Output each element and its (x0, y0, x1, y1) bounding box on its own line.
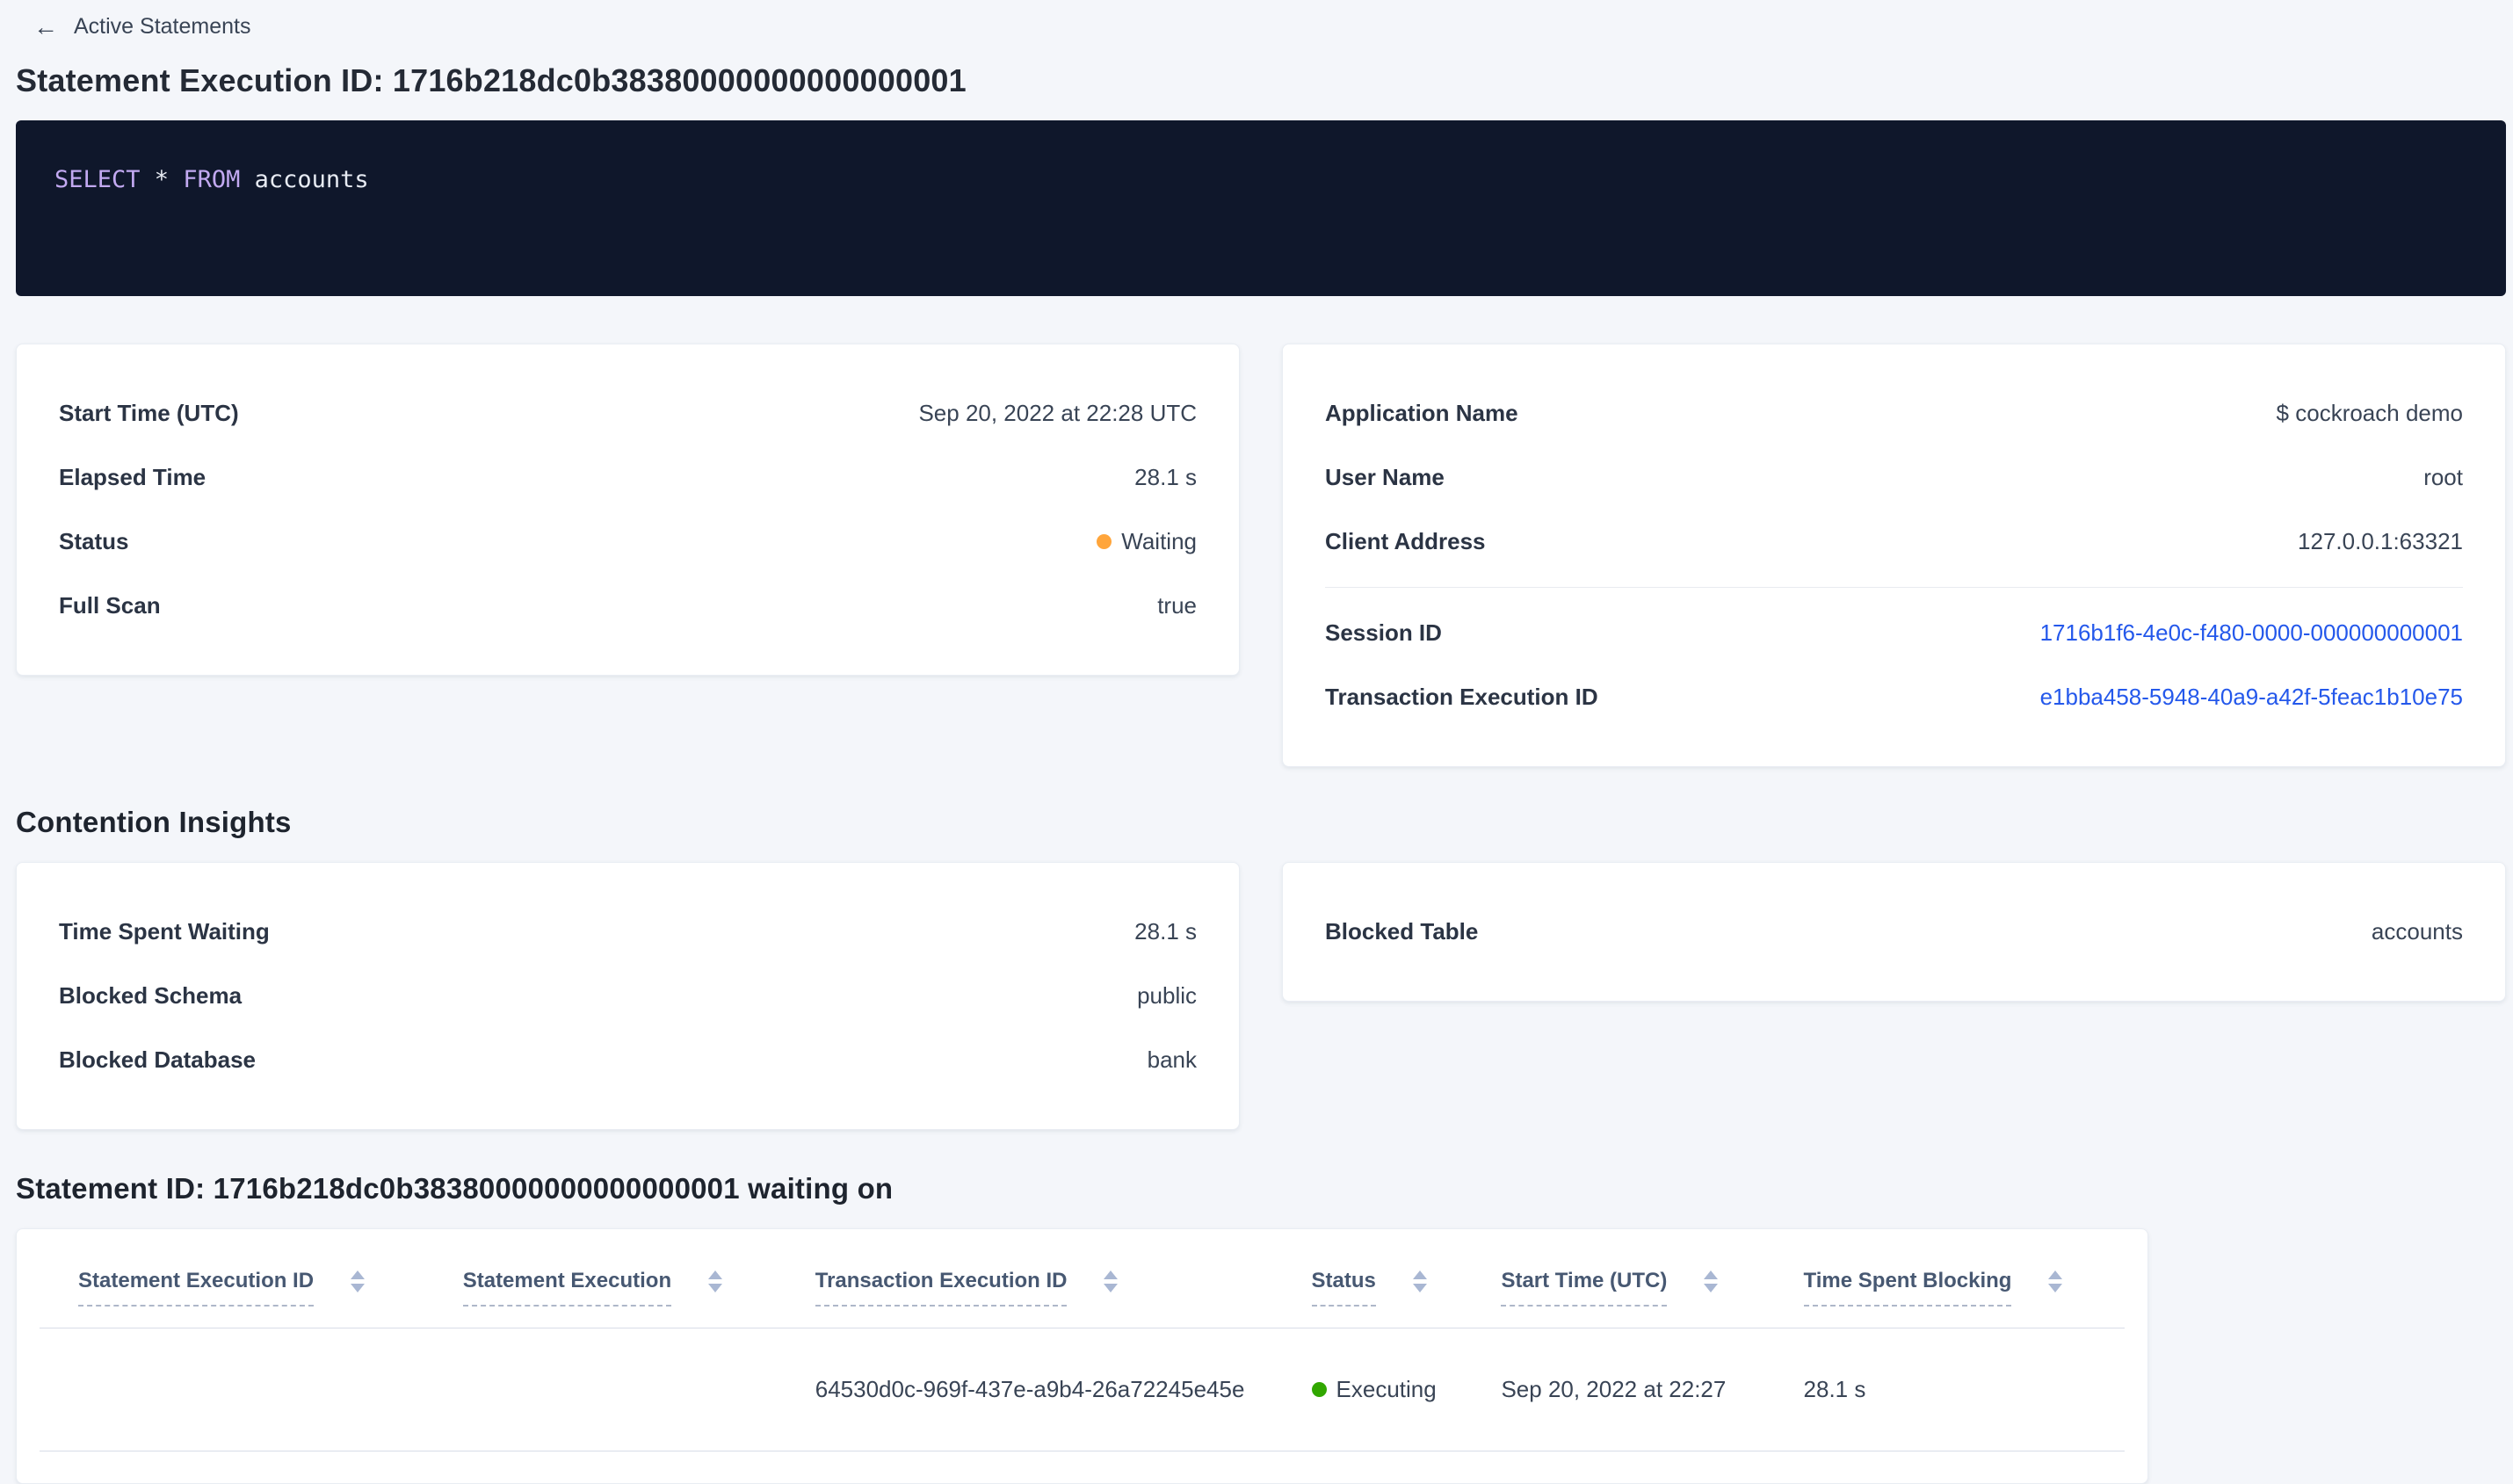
info-label: Status (59, 528, 129, 554)
cell-start-time: Sep 20, 2022 at 22:27 (1501, 1376, 1727, 1402)
info-label: Application Name (1325, 400, 1518, 426)
status-dot-executing-icon (1311, 1382, 1327, 1397)
info-value: accounts (2371, 918, 2463, 945)
sql-statement-box: SELECT * FROM accounts (16, 120, 2506, 296)
execution-details-card: Start Time (UTC) Sep 20, 2022 at 22:28 U… (16, 344, 1240, 676)
info-row-session-id: Session ID 1716b1f6-4e0c-f480-0000-00000… (1325, 601, 2463, 665)
info-label: Full Scan (59, 592, 161, 619)
info-row-application-name: Application Name $ cockroach demo (1325, 381, 2463, 445)
cell-status: Executing (1311, 1376, 1502, 1403)
column-header-time-spent-blocking[interactable]: Time Spent Blocking (1803, 1268, 2125, 1307)
status-badge: Executing (1311, 1376, 1437, 1403)
column-header-transaction-execution-id[interactable]: Transaction Execution ID (815, 1268, 1312, 1307)
status-text: Waiting (1121, 528, 1197, 554)
column-header-label: Statement Execution ID (78, 1268, 315, 1307)
session-id-link[interactable]: 1716b1f6-4e0c-f480-0000-000000000001 (2040, 619, 2463, 647)
cell-transaction-execution-id: 64530d0c-969f-437e-a9b4-26a72245e45e (815, 1376, 1245, 1402)
info-value: 28.1 s (1134, 464, 1197, 490)
info-value: bank (1147, 1046, 1197, 1073)
sql-keyword: FROM (183, 166, 241, 193)
contention-details-card: Time Spent Waiting 28.1 s Blocked Schema… (16, 862, 1240, 1130)
sql-text: * (140, 166, 184, 193)
info-value: public (1137, 982, 1197, 1009)
info-row-time-spent-waiting: Time Spent Waiting 28.1 s (59, 900, 1197, 964)
info-row-blocked-database: Blocked Database bank (59, 1028, 1197, 1092)
sort-icon (708, 1270, 723, 1292)
table-header-row: Statement Execution ID Statement Executi… (40, 1268, 2125, 1328)
sort-icon (2048, 1270, 2063, 1292)
column-header-start-time[interactable]: Start Time (UTC) (1501, 1268, 1803, 1307)
contention-insights-heading: Contention Insights (16, 806, 292, 838)
sql-statement: SELECT * FROM accounts (54, 166, 2467, 193)
column-header-label: Transaction Execution ID (815, 1268, 1068, 1307)
column-header-label: Statement Execution (462, 1268, 672, 1307)
info-label: Start Time (UTC) (59, 400, 239, 426)
column-header-label: Start Time (UTC) (1501, 1268, 1668, 1307)
info-label: Time Spent Waiting (59, 918, 270, 945)
back-link-label: Active Statements (74, 14, 251, 39)
info-label: Session ID (1325, 619, 1442, 646)
card-divider (1325, 587, 2463, 588)
info-row-blocked-table: Blocked Table accounts (1325, 900, 2463, 964)
info-row-blocked-schema: Blocked Schema public (59, 964, 1197, 1028)
session-details-card: Application Name $ cockroach demo User N… (1282, 344, 2506, 767)
info-value: 127.0.0.1:63321 (2298, 528, 2463, 554)
info-row-full-scan: Full Scan true (59, 574, 1197, 638)
info-value: true (1157, 592, 1197, 619)
waiting-on-heading: Statement ID: 1716b218dc0b38380000000000… (16, 1172, 894, 1205)
column-header-statement-execution-id[interactable]: Statement Execution ID (40, 1268, 463, 1307)
info-row-elapsed-time: Elapsed Time 28.1 s (59, 445, 1197, 510)
details-cards-row: Start Time (UTC) Sep 20, 2022 at 22:28 U… (16, 344, 2506, 767)
sort-icon (351, 1270, 366, 1292)
cell-time-spent-blocking: 28.1 s (1803, 1376, 1866, 1402)
contention-cards-row: Time Spent Waiting 28.1 s Blocked Schema… (16, 862, 2506, 1130)
sort-icon (1704, 1270, 1719, 1292)
sql-keyword: SELECT (54, 166, 141, 193)
status-dot-waiting-icon (1097, 534, 1112, 549)
status-text: Executing (1336, 1376, 1437, 1402)
column-header-label: Status (1311, 1268, 1376, 1307)
status-badge: Waiting (1097, 528, 1197, 555)
info-label: Blocked Database (59, 1046, 256, 1073)
info-row-transaction-execution-id: Transaction Execution ID e1bba458-5948-4… (1325, 665, 2463, 729)
page-title: Statement Execution ID: 1716b218dc0b3838… (16, 62, 967, 98)
column-header-label: Time Spent Blocking (1803, 1268, 2012, 1307)
info-value: 28.1 s (1134, 918, 1197, 945)
blocked-table-card: Blocked Table accounts (1282, 862, 2506, 1002)
info-label: Blocked Schema (59, 982, 243, 1009)
waiting-on-table-card: Statement Execution ID Statement Executi… (16, 1228, 2148, 1484)
info-value: Sep 20, 2022 at 22:28 UTC (918, 400, 1197, 426)
info-row-user-name: User Name root (1325, 445, 2463, 510)
column-header-statement-execution[interactable]: Statement Execution (462, 1268, 815, 1307)
info-value: $ cockroach demo (2276, 400, 2463, 426)
back-to-active-statements-link[interactable]: ← Active Statements (33, 14, 250, 40)
transaction-execution-id-link[interactable]: e1bba458-5948-40a9-a42f-5feac1b10e75 (2040, 684, 2463, 711)
statement-execution-details-page: ← Active Statements Statement Execution … (0, 0, 2513, 1484)
info-row-status: Status Waiting (59, 510, 1197, 574)
info-label: User Name (1325, 464, 1445, 490)
info-label: Elapsed Time (59, 464, 206, 490)
info-label: Blocked Table (1325, 918, 1479, 945)
info-row-client-address: Client Address 127.0.0.1:63321 (1325, 510, 2463, 574)
sort-icon (1104, 1270, 1119, 1292)
arrow-left-icon: ← (33, 12, 58, 40)
info-value: root (2423, 464, 2463, 490)
table-row: 64530d0c-969f-437e-a9b4-26a72245e45e Exe… (40, 1328, 2125, 1451)
info-label: Client Address (1325, 528, 1486, 554)
sort-icon (1412, 1270, 1427, 1292)
info-label: Transaction Execution ID (1325, 684, 1598, 710)
sql-text: accounts (240, 166, 369, 193)
column-header-status[interactable]: Status (1311, 1268, 1502, 1307)
info-row-start-time: Start Time (UTC) Sep 20, 2022 at 22:28 U… (59, 381, 1197, 445)
